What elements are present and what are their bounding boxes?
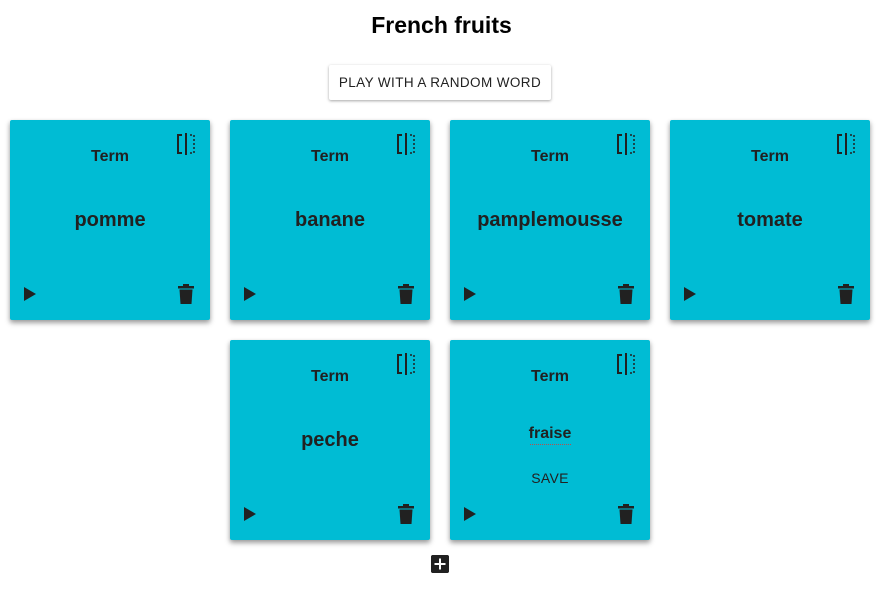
term-input[interactable] xyxy=(500,425,600,443)
trash-icon[interactable] xyxy=(618,504,634,524)
word-card: Term banane xyxy=(230,120,430,320)
play-random-word-button[interactable]: PLAY WITH A RANDOM WORD xyxy=(329,65,551,100)
save-button[interactable]: SAVE xyxy=(510,466,590,490)
play-icon[interactable] xyxy=(22,286,38,302)
page-title: French fruits xyxy=(371,12,512,38)
trash-icon[interactable] xyxy=(398,504,414,524)
play-icon[interactable] xyxy=(462,286,478,302)
word-card-editing: Term SAVE xyxy=(450,340,650,540)
term-label: Term xyxy=(311,368,349,385)
term-word: tomate xyxy=(737,209,803,231)
word-card: Term pamplemousse xyxy=(450,120,650,320)
term-word: pomme xyxy=(74,209,146,231)
term-label: Term xyxy=(531,148,569,165)
play-icon[interactable] xyxy=(242,506,258,522)
trash-icon[interactable] xyxy=(618,284,634,304)
term-word: pamplemousse xyxy=(477,209,623,231)
term-word: peche xyxy=(301,429,359,451)
play-icon[interactable] xyxy=(462,506,478,522)
spellcheck-underline xyxy=(530,444,571,445)
play-icon[interactable] xyxy=(682,286,698,302)
trash-icon[interactable] xyxy=(178,284,194,304)
word-card: Term pomme xyxy=(10,120,210,320)
page: French fruits PLAY WITH A RANDOM WORD Te… xyxy=(0,0,883,591)
term-word: banane xyxy=(294,209,366,231)
term-label: Term xyxy=(311,148,349,165)
word-card: Term tomate xyxy=(670,120,870,320)
trash-icon[interactable] xyxy=(398,284,414,304)
trash-icon[interactable] xyxy=(838,284,854,304)
term-label: Term xyxy=(91,148,129,165)
term-label: Term xyxy=(531,368,569,385)
word-card: Term peche xyxy=(230,340,430,540)
term-label: Term xyxy=(751,148,789,165)
play-icon[interactable] xyxy=(242,286,258,302)
add-icon[interactable] xyxy=(431,555,449,573)
